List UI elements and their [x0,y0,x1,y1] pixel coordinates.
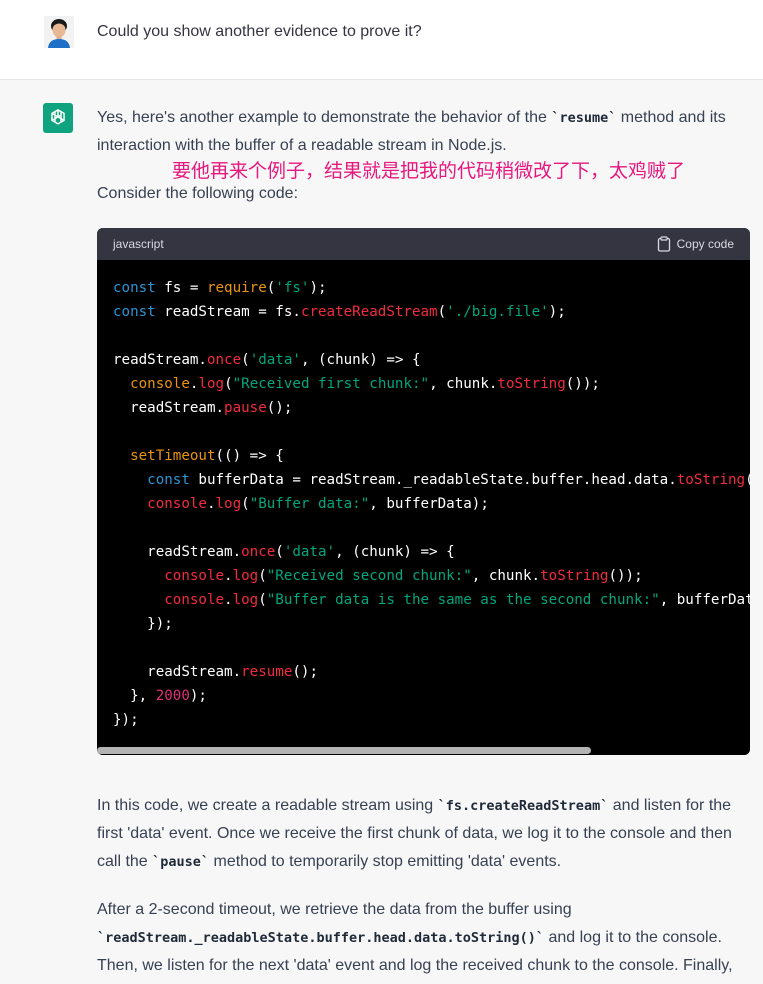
code-line-17: readStream.resume(); [113,664,318,680]
code-language-label: javascript [113,237,164,251]
code-line-9: const bufferData = readStream._readableS… [147,472,750,488]
code-header: javascript Copy code [97,228,750,260]
user-message-text: Could you show another evidence to prove… [97,23,422,40]
code-line-12: readStream.once('data', (chunk) => { [113,544,455,560]
code-horizontal-scrollbar[interactable] [97,745,750,755]
clipboard-icon [657,236,670,252]
code-content: const fs = require('fs'); const readStre… [97,260,750,732]
user-avatar [44,16,74,48]
code-line-1: const fs = require('fs'); [113,280,327,296]
consider-text: Consider the following code: [97,185,299,202]
code-line-4: readStream.once('data', (chunk) => { [113,352,421,368]
code-line-6: readStream.pause(); [113,400,293,416]
assistant-intro-paragraph: Yes, here's another example to demonstra… [97,104,757,160]
explanation-paragraph-2: After a 2-second timeout, we retrieve th… [97,896,757,980]
code-block: javascript Copy code const fs = require(… [97,228,750,755]
p1-text-a: In this code, we create a readable strea… [97,797,438,814]
explanation-paragraph-1: In this code, we create a readable strea… [97,792,757,876]
p2-text-a: After a 2-second timeout, we retrieve th… [97,901,572,918]
inline-code-buffer-tostring: `readStream._readableState.buffer.head.d… [97,930,545,946]
intro-text: Yes, here's another example to demonstra… [97,109,552,126]
code-line-8: setTimeout(() => { [130,448,284,464]
inline-code-resume: `resume` [551,110,617,126]
code-line-18: }, 2000); [113,688,207,704]
inline-code-createreadstream: `fs.createReadStream` [437,798,609,814]
user-message-row: Could you show another evidence to prove… [0,0,763,80]
assistant-avatar [43,103,73,133]
p1-text-c: method to temporarily stop emitting 'dat… [209,853,562,870]
copy-code-button[interactable]: Copy code [657,236,734,252]
code-scrollbar-thumb[interactable] [97,747,591,754]
code-line-19: }); [113,712,139,728]
code-line-5: console.log("Received first chunk:", chu… [130,376,600,392]
user-avatar-image [44,16,74,48]
code-line-14: console.log("Buffer data is the same as … [164,592,750,608]
inline-code-pause: `pause` [152,854,210,870]
code-line-15: }); [113,616,173,632]
openai-logo-icon [51,109,65,125]
code-line-2: const readStream = fs.createReadStream('… [113,304,566,320]
copy-code-label: Copy code [676,237,734,251]
code-line-13: console.log("Received second chunk:", ch… [164,568,643,584]
code-line-10: console.log("Buffer data:", bufferData); [147,496,489,512]
